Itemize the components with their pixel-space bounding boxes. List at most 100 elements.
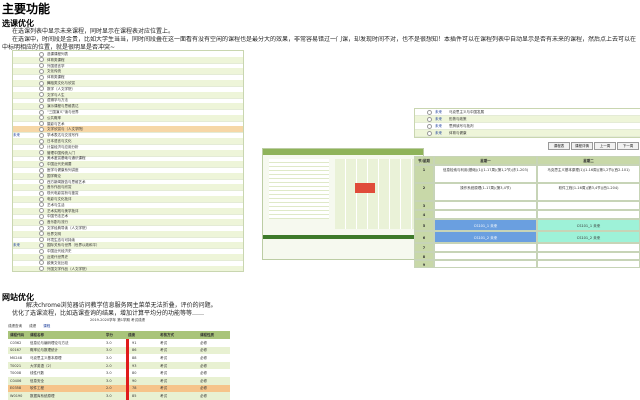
- timetable-cell[interactable]: [434, 201, 537, 210]
- course-radio[interactable]: [39, 196, 44, 202]
- timetable-cell[interactable]: [537, 201, 640, 210]
- course-radio[interactable]: [39, 219, 44, 225]
- timetable-cell[interactable]: 操作系统原理(1-17周)(第3,4节): [434, 183, 537, 201]
- description-line: 解决chrome浏览器访问教学信息服务网主菜单无法折叠，评价的问题。: [26, 302, 217, 309]
- course-detail-button[interactable]: 课程详情: [571, 142, 593, 150]
- section-description: 在选课列表中显示未来课程，同时显示在课程表对应位置上。 在选课中，时间段是金贵，…: [2, 28, 636, 52]
- timetable-button[interactable]: 课程表: [548, 142, 570, 150]
- course-name: 数学（人文学院）: [47, 86, 75, 91]
- timetable-cell[interactable]: 马克思主义基本原理(1)(1-16周)(第1,2节)(西2-101): [537, 165, 640, 183]
- course-name: 西方新闻报告与思维艺术: [47, 179, 86, 184]
- breadcrumb-item[interactable]: 课程: [43, 324, 50, 328]
- grades-cell: 数据库系统原理: [30, 394, 55, 398]
- course-radio[interactable]: [39, 161, 44, 167]
- course-radio[interactable]: [39, 266, 44, 271]
- course-radio[interactable]: [39, 126, 44, 132]
- course-name: 音乐作品与欣赏: [47, 185, 72, 190]
- course-radio[interactable]: [39, 184, 44, 190]
- course-radio[interactable]: [39, 179, 44, 185]
- course-radio[interactable]: [39, 132, 44, 138]
- course-radio[interactable]: [39, 138, 44, 144]
- next-week-button[interactable]: 下一周: [617, 142, 639, 150]
- future-course-row[interactable]: 未来 马克思主义与中国发展: [415, 109, 640, 116]
- breadcrumb-item[interactable]: 成绩: [29, 324, 36, 328]
- course-name: 公共概率: [47, 115, 61, 120]
- period-cell: 8: [414, 252, 434, 260]
- course-radio[interactable]: [39, 242, 44, 248]
- course-radio[interactable]: [39, 208, 44, 214]
- grades-header-cell: 课程名称: [30, 333, 44, 337]
- course-radio[interactable]: [39, 213, 44, 219]
- course-radio[interactable]: [39, 51, 44, 57]
- timetable-cell[interactable]: [434, 260, 537, 268]
- course-radio[interactable]: [39, 74, 44, 80]
- course-radio[interactable]: [39, 260, 44, 266]
- course-radio[interactable]: [39, 254, 44, 260]
- course-radio[interactable]: [39, 103, 44, 109]
- course-radio[interactable]: [39, 97, 44, 103]
- course-name: 中国近代经济史: [47, 249, 72, 254]
- breadcrumb-item[interactable]: 成绩查询: [8, 324, 22, 328]
- course-name: 日本语言与文化: [47, 139, 72, 143]
- course-name: 电影与文化批评: [47, 197, 72, 201]
- course-radio[interactable]: [39, 109, 44, 115]
- timetable-cell[interactable]: [434, 243, 537, 252]
- course-radio[interactable]: [39, 167, 44, 173]
- timetable-cell[interactable]: [537, 260, 640, 268]
- course-radio[interactable]: [39, 86, 44, 92]
- timetable-cell[interactable]: 软件工程(1-16周)(第3,4节)(西1-204): [537, 183, 640, 201]
- course-name: 国际关系与世界（世界以政和平）: [47, 243, 100, 248]
- course-radio[interactable]: [39, 225, 44, 231]
- course-radio[interactable]: [39, 173, 44, 179]
- timetable-cell[interactable]: CS101_1 未来: [537, 219, 640, 231]
- grades-header-cell: 成绩: [128, 333, 135, 337]
- future-course-row[interactable]: 未来 思辨读写与批判: [415, 123, 640, 130]
- course-radio[interactable]: [39, 231, 44, 237]
- course-radio[interactable]: [39, 115, 44, 121]
- table-caption: 2019-2020学年 第1学期 考试成绩: [90, 318, 146, 322]
- course-radio[interactable]: [39, 121, 44, 127]
- period-cell: 9: [414, 260, 434, 268]
- course-name: 文学欣赏与（人文学院）: [47, 127, 86, 132]
- timetable-cell[interactable]: [537, 252, 640, 260]
- timetable-cell[interactable]: [434, 210, 537, 219]
- course-radio[interactable]: [39, 237, 44, 243]
- prev-week-button[interactable]: 上一周: [594, 142, 616, 150]
- course-name: 学术表达与交流写作: [47, 133, 79, 138]
- course-row[interactable]: 外国文学作品（人文学院）: [13, 265, 243, 271]
- course-radio[interactable]: [39, 248, 44, 254]
- course-radio[interactable]: [39, 202, 44, 208]
- grades-header-cell: 课程代码: [10, 333, 24, 337]
- timetable-cell[interactable]: 信息检索与利用(基础)(1)(1-17周)(第1,2节)(东1-203): [434, 165, 537, 183]
- course-radio[interactable]: [39, 190, 44, 196]
- grades-header-cell: 学分: [106, 333, 113, 337]
- timetable-cell[interactable]: CS101_1 未来: [434, 219, 537, 231]
- grades-cell: 考试: [160, 394, 167, 398]
- future-tag: 未来: [435, 117, 442, 121]
- course-radio[interactable]: [427, 123, 432, 129]
- course-name: 演示课程与思维表达: [47, 104, 79, 109]
- course-radio[interactable]: [427, 116, 432, 122]
- timetable-cell[interactable]: CS101_2 未来: [434, 231, 537, 243]
- timetable-cell[interactable]: [537, 210, 640, 219]
- course-name: 美术鉴赏基础与通识课程: [47, 156, 86, 161]
- timetable-cell[interactable]: [434, 252, 537, 260]
- course-radio[interactable]: [39, 63, 44, 69]
- course-radio[interactable]: [39, 150, 44, 156]
- course-radio[interactable]: [39, 68, 44, 74]
- thumbnail-highlight: [355, 183, 375, 193]
- period-cell: 7: [414, 243, 434, 252]
- course-radio[interactable]: [39, 155, 44, 161]
- course-name: 马克思主义与中国发展: [449, 110, 484, 114]
- course-radio[interactable]: [39, 80, 44, 86]
- timetable-cell[interactable]: CS101_2 未来: [537, 231, 640, 243]
- future-course-row[interactable]: 未来 体育与健康: [415, 130, 640, 137]
- course-radio[interactable]: [427, 109, 432, 115]
- course-radio[interactable]: [39, 57, 44, 63]
- timetable-cell[interactable]: [537, 243, 640, 252]
- course-radio[interactable]: [39, 144, 44, 150]
- course-radio[interactable]: [427, 130, 432, 136]
- course-radio[interactable]: [39, 92, 44, 98]
- future-course-row[interactable]: 未来 形势与政策: [415, 116, 640, 123]
- course-name: 体育类课程: [47, 75, 65, 80]
